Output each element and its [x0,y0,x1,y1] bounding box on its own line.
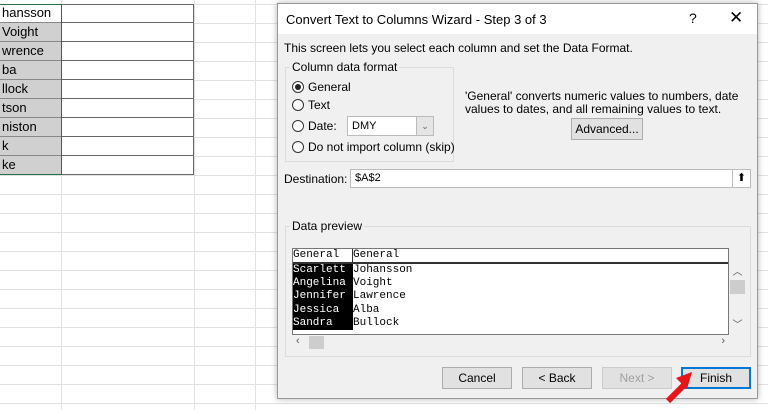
red-arrow-annotation [665,372,692,404]
preview-cell: Johansson [353,264,413,276]
scroll-left-icon[interactable]: ‹ [296,335,300,347]
radio-icon [292,99,304,111]
chevron-down-icon[interactable]: ⌄ [416,117,433,135]
cell-b[interactable] [61,61,194,80]
radio-skip[interactable]: Do not import column (skip) [292,140,455,154]
scroll-right-icon[interactable]: › [721,335,725,347]
radio-icon [292,81,304,93]
date-format-select[interactable]: DMY ⌄ [347,116,434,136]
intro-text: This screen lets you select each column … [284,41,633,55]
format-description: 'General' converts numeric values to num… [465,89,739,116]
radio-icon [292,141,304,153]
radio-label: Do not import column (skip) [308,140,455,154]
preview-row: Jennifer Lawrence [293,290,728,304]
scroll-up-icon[interactable]: ︿ [729,263,746,278]
preview-row: Jessica Alba [293,303,728,317]
text-to-columns-dialog: Convert Text to Columns Wizard - Step 3 … [277,3,758,399]
radio-label: General [308,80,351,94]
preview-cell: Bullock [353,316,400,329]
radio-text[interactable]: Text [292,98,330,112]
grid-line [255,0,256,410]
preview-row: Angelina Voight [293,277,728,291]
cell-b[interactable] [61,99,194,118]
preview-cell: Scarlett [293,264,353,278]
preview-column-header[interactable]: General [353,249,399,262]
cancel-button[interactable]: Cancel [442,367,512,389]
preview-row: Sandra Bullock [293,316,728,330]
scroll-thumb[interactable] [730,280,745,294]
group-label: Column data format [290,60,400,74]
advanced-button[interactable]: Advanced... [571,118,643,140]
cell-b[interactable] [61,137,194,156]
collapse-dialog-icon[interactable]: ⬆ [732,170,750,187]
cell-b[interactable] [61,118,194,137]
group-label: Data preview [290,219,365,233]
data-preview-table[interactable]: General General Scarlett Johansson Angelin… [292,248,729,335]
cell-b[interactable] [61,80,194,99]
scroll-down-icon[interactable]: ﹀ [729,316,746,331]
close-button[interactable]: ✕ [729,8,743,28]
preview-cell: Jennifer [293,290,353,304]
help-button[interactable]: ? [689,10,697,26]
vertical-scrollbar[interactable]: ︿ ﹀ [729,263,746,335]
cell-b[interactable] [61,156,194,175]
radio-label: Text [308,98,331,112]
grid-line [194,0,195,410]
radio-date[interactable]: Date: [292,119,337,133]
preview-cell: Sandra [293,316,353,330]
back-button[interactable]: < Back [522,367,592,389]
destination-label: Destination: [284,172,348,186]
preview-cell: Voight [353,277,393,290]
destination-value: $A$2 [355,172,381,184]
preview-cell: Angelina [293,277,353,291]
preview-column-header[interactable]: General [293,249,353,262]
cell-b[interactable] [61,42,194,61]
radio-icon [292,120,304,132]
preview-cell: Alba [353,303,380,316]
radio-general[interactable]: General [292,80,351,94]
title-bar: Convert Text to Columns Wizard - Step 3 … [278,4,757,34]
cell-b[interactable] [61,4,194,23]
preview-cell: Lawrence [353,290,406,303]
radio-label: Date: [308,119,337,133]
dialog-title: Convert Text to Columns Wizard - Step 3 … [286,12,547,27]
scroll-thumb[interactable] [309,336,324,349]
cell-b[interactable] [61,23,194,42]
preview-row: Scarlett Johansson [293,264,728,278]
horizontal-scrollbar[interactable]: ‹ › [292,335,729,350]
preview-cell: Jessica [293,303,353,317]
preview-header-row: General General [293,249,728,264]
selection-border [0,4,62,175]
destination-input[interactable]: $A$2 ⬆ [350,169,751,188]
date-format-value: DMY [352,120,377,132]
